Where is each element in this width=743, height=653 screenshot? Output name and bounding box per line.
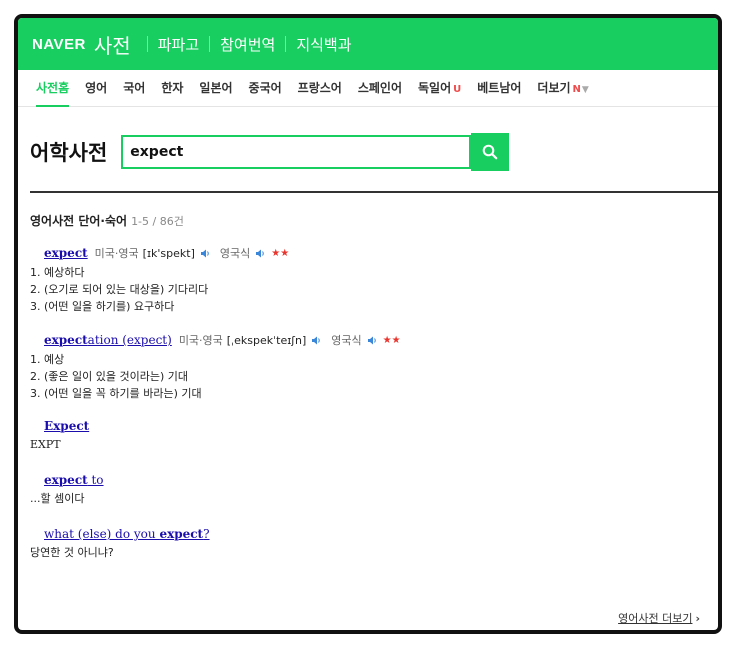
importance-stars: ★★ <box>271 247 290 259</box>
tab-english[interactable]: 영어 <box>85 70 107 106</box>
list-item: what (else) do you expect? 당연한 것 아니냐? <box>30 527 718 561</box>
entry-headline: expectation (expect) 미국·영국 [ˌekspekˈteɪʃ… <box>30 332 718 348</box>
nav-separator <box>209 36 211 52</box>
word-rest: to <box>87 473 104 487</box>
tab-more-label: 더보기 <box>537 81 571 95</box>
word-highlight: expect <box>159 527 204 541</box>
tab-german-label: 독일어 <box>418 81 452 95</box>
entry-word-link[interactable]: expect <box>44 246 88 260</box>
chevron-down-icon: ▼ <box>581 85 589 95</box>
meaning-line: 3. (어떤 일을 꼭 하기를 바라는) 기대 <box>30 387 202 400</box>
dictionary-tabs: 사전홈 영어 국어 한자 일본어 중국어 프랑스어 스페인어 독일어 U 베트남어… <box>18 70 718 107</box>
list-item: expect to ...할 셈이다 <box>30 473 718 507</box>
search-input[interactable]: expect <box>121 135 472 169</box>
more-results-link[interactable]: 영어사전 더보기 › <box>618 610 700 626</box>
result-count: 1-5 / 86건 <box>131 215 184 228</box>
speaker-icon[interactable] <box>311 335 322 346</box>
word-highlight: expect <box>44 473 88 487</box>
chevron-right-icon: › <box>695 612 700 625</box>
page-title: 어학사전 <box>30 141 108 165</box>
nav-knowledge-encyclopedia[interactable]: 지식백과 <box>296 34 351 55</box>
tab-french[interactable]: 프랑스어 <box>298 70 342 106</box>
naver-logo[interactable]: NAVER <box>32 36 86 53</box>
meaning-line: 1. 예상 <box>30 353 65 366</box>
search-button[interactable] <box>471 133 510 171</box>
list-item: expect 미국·영국 [ɪk'spekt] 영국식 ★★ 1. 예상하다 2… <box>30 245 718 315</box>
update-badge: U <box>453 84 462 95</box>
tab-spanish[interactable]: 스페인어 <box>358 70 402 106</box>
meaning-line: EXPT <box>30 438 61 451</box>
meaning-line: ...할 셈이다 <box>30 492 85 505</box>
search-row: 어학사전 expect <box>18 107 718 171</box>
entry-word-link[interactable]: expect to <box>44 473 104 487</box>
word-prefix: what (else) do you <box>44 527 160 541</box>
meaning-line: 1. 예상하다 <box>30 266 85 279</box>
importance-stars: ★★ <box>382 334 401 346</box>
tab-korean[interactable]: 국어 <box>123 70 145 106</box>
word-highlight: Expect <box>44 419 90 433</box>
section-title: 영어사전 단어·숙어 <box>30 214 128 228</box>
tab-vietnamese[interactable]: 베트남어 <box>477 70 521 106</box>
dictionary-service-title[interactable]: 사전 <box>94 30 131 59</box>
word-rest: ? <box>203 527 210 541</box>
entry-word-link[interactable]: what (else) do you expect? <box>44 527 210 541</box>
window-frame: NAVER 사전 파파고 참여번역 지식백과 사전홈 영어 국어 한자 일본어 … <box>14 14 722 634</box>
entry-headline: expect 미국·영국 [ɪk'spekt] 영국식 ★★ <box>30 245 718 261</box>
tab-chinese[interactable]: 중국어 <box>249 70 282 106</box>
search-icon <box>482 144 498 160</box>
entry-word-link[interactable]: Expect <box>44 419 89 433</box>
list-item: Expect EXPT <box>30 419 718 453</box>
result-list: expect 미국·영국 [ɪk'spekt] 영국식 ★★ 1. 예상하다 2… <box>18 245 718 561</box>
tab-japanese[interactable]: 일본어 <box>199 70 232 106</box>
section-header: 영어사전 단어·숙어 1-5 / 86건 <box>18 193 718 229</box>
word-highlight: expect <box>44 246 88 260</box>
speaker-icon[interactable] <box>255 248 266 259</box>
meaning-line: 당연한 것 아니냐? <box>30 546 114 559</box>
word-rest: ation (expect) <box>87 333 172 347</box>
nav-participation-translation[interactable]: 참여번역 <box>220 34 275 55</box>
entry-headline: what (else) do you expect? <box>30 527 718 541</box>
entry-headline: Expect <box>30 419 718 433</box>
meaning-line: 2. (좋은 일이 있을 것이라는) 기대 <box>30 370 189 383</box>
new-badge: N <box>572 84 581 95</box>
nav-papago[interactable]: 파파고 <box>158 34 199 55</box>
more-results-label: 영어사전 더보기 <box>618 612 693 625</box>
pron-region-1: 미국·영국 <box>178 334 223 347</box>
speaker-icon[interactable] <box>200 248 211 259</box>
header-bar: NAVER 사전 파파고 참여번역 지식백과 <box>18 18 718 70</box>
ipa-text: [ˌekspekˈteɪʃn] <box>226 333 307 347</box>
tab-german[interactable]: 독일어 U <box>418 70 461 106</box>
nav-separator <box>285 36 287 52</box>
list-item: expectation (expect) 미국·영국 [ˌekspekˈteɪʃ… <box>30 332 718 402</box>
meaning-line: 2. (오기로 되어 있는 대상을) 기다리다 <box>30 283 209 296</box>
global-nav: 파파고 참여번역 지식백과 <box>137 34 352 55</box>
pron-region-2: 영국식 <box>331 334 362 347</box>
meaning-line: 3. (어떤 일을 하기를) 요구하다 <box>30 300 175 313</box>
tab-hanja[interactable]: 한자 <box>161 70 183 106</box>
entry-word-link[interactable]: expectation (expect) <box>44 333 172 347</box>
tab-more[interactable]: 더보기 N▼ <box>537 70 588 106</box>
ipa-text: [ɪk'spekt] <box>142 246 195 260</box>
entry-headline: expect to <box>30 473 718 487</box>
pron-region-2: 영국식 <box>219 247 251 260</box>
speaker-icon[interactable] <box>367 335 378 346</box>
tab-dictionary-home[interactable]: 사전홈 <box>36 70 70 107</box>
nav-separator <box>146 36 148 52</box>
pron-region-1: 미국·영국 <box>94 247 139 260</box>
word-highlight: expect <box>44 333 88 347</box>
